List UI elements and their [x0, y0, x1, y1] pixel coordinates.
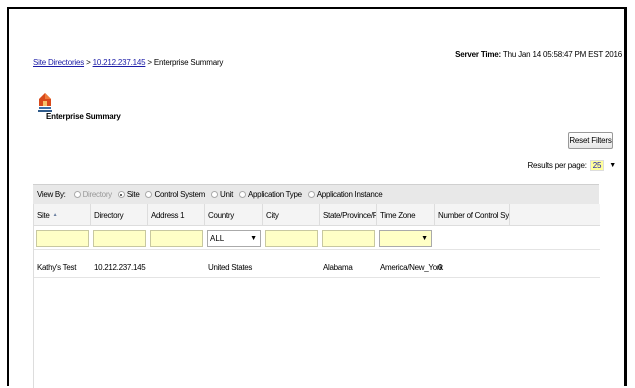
radio-label: Application Instance [316, 190, 383, 199]
cell-city [263, 256, 266, 278]
radio-label: Application Type [248, 190, 302, 199]
results-per-page-select[interactable]: 25 ▼ [589, 160, 616, 171]
app-window: Site Directories > 10.212.237.145 > Ente… [7, 7, 628, 388]
view-by-bar: View By: Directory Site Control System U… [33, 184, 599, 204]
radio-label: Site [126, 190, 140, 199]
view-by-label: View By: [37, 190, 66, 199]
breadcrumb: Site Directories > 10.212.237.145 > Ente… [33, 58, 223, 67]
radio-icon [73, 191, 81, 198]
sort-ascending-icon: ▲ [52, 212, 58, 218]
directory-filter-input[interactable] [93, 230, 146, 247]
column-header-directory[interactable]: Directory [91, 204, 148, 226]
column-label: Site [37, 210, 50, 220]
grid-header: Site ▲ Directory Address 1 Country City S… [34, 204, 600, 226]
breadcrumb-current: Enterprise Summary [153, 58, 224, 67]
radio-icon [145, 191, 153, 198]
view-by-control-system-radio[interactable]: Control System [145, 190, 205, 199]
column-label: Time Zone [380, 210, 416, 220]
breadcrumb-ip[interactable]: 10.212.237.145 [93, 58, 146, 67]
radio-label: Directory [82, 190, 113, 199]
column-header-country[interactable]: Country [205, 204, 263, 226]
cell-state: Alabama [323, 262, 353, 272]
column-header-state[interactable]: State/Province/Region [320, 204, 377, 226]
dropdown-arrow-icon: ▼ [250, 235, 257, 242]
site-filter-input[interactable] [36, 230, 89, 247]
sites-grid: Site ▲ Directory Address 1 Country City S… [33, 204, 600, 388]
column-header-address[interactable]: Address 1 [148, 204, 205, 226]
breadcrumb-site-directories[interactable]: Site Directories [33, 58, 84, 67]
cell-time-zone: America/New_York [380, 262, 443, 272]
server-time: Server Time: Thu Jan 14 05:58:47 PM EST … [455, 50, 622, 59]
column-label: Number of Control Syst... [438, 210, 509, 220]
table-row[interactable]: Kathy's Test 10.212.237.145 United State… [34, 256, 600, 278]
breadcrumb-separator: > [84, 58, 93, 67]
state-filter-input[interactable] [322, 230, 375, 247]
page-content: Site Directories > 10.212.237.145 > Ente… [33, 9, 628, 388]
view-by-site-radio[interactable]: Site [117, 190, 140, 199]
results-per-page-value: 25 [589, 160, 605, 171]
cell-control-systems: 0 [438, 262, 443, 272]
dropdown-arrow-icon: ▼ [421, 235, 428, 242]
radio-icon [239, 191, 246, 198]
radio-icon [210, 191, 218, 198]
breadcrumb-separator: > [145, 58, 154, 67]
cell-country: United States [208, 262, 253, 272]
radio-label: Unit [219, 190, 233, 199]
filter-row: ALL ▼ ▼ [34, 226, 600, 250]
radio-icon [307, 191, 315, 198]
country-filter-select[interactable]: ALL ▼ [207, 230, 261, 247]
page-title: Enterprise Summary [46, 112, 121, 121]
time-zone-filter-select[interactable]: ▼ [379, 230, 432, 247]
view-by-unit-radio[interactable]: Unit [210, 190, 233, 199]
column-label: Address 1 [151, 210, 185, 220]
reset-filters-button[interactable]: Reset Filters [568, 132, 613, 149]
server-time-label: Server Time: [455, 50, 502, 59]
column-header-control-systems[interactable]: Number of Control Syst... [435, 204, 510, 226]
column-label: Directory [94, 210, 124, 220]
view-by-directory-radio[interactable]: Directory [73, 190, 113, 199]
cell-directory: 10.212.237.145 [94, 262, 146, 272]
column-label: State/Province/Region [323, 210, 376, 220]
cell-address [148, 256, 151, 278]
city-filter-input[interactable] [265, 230, 318, 247]
server-time-value: Thu Jan 14 05:58:47 PM EST 2016 [502, 50, 622, 59]
results-per-page-label: Results per page: [527, 161, 587, 170]
radio-selected-icon [117, 191, 125, 198]
column-header-site[interactable]: Site ▲ [34, 204, 91, 226]
dropdown-arrow-icon: ▼ [609, 162, 616, 169]
view-by-application-type-radio[interactable]: Application Type [239, 190, 302, 199]
column-header-city[interactable]: City [263, 204, 320, 226]
column-header-time-zone[interactable]: Time Zone [377, 204, 435, 226]
column-label: City [266, 210, 279, 220]
column-label: Country [208, 210, 234, 220]
enterprise-house-icon [38, 93, 52, 112]
results-per-page: Results per page: 25 ▼ [527, 160, 616, 171]
view-by-application-instance-radio[interactable]: Application Instance [307, 190, 383, 199]
address-filter-input[interactable] [150, 230, 203, 247]
country-filter-value: ALL [210, 234, 225, 243]
cell-site: Kathy's Test [37, 262, 77, 272]
radio-label: Control System [154, 190, 205, 199]
